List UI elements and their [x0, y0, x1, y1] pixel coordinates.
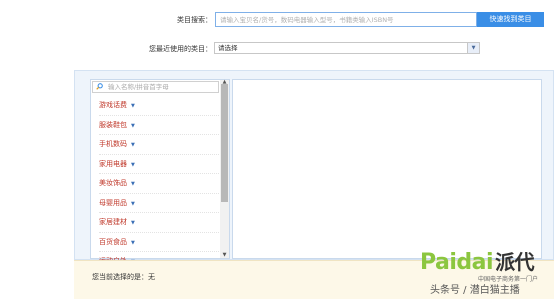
search-icon: [96, 83, 103, 90]
category-list-scrollbar[interactable]: ▲ ▼: [220, 79, 229, 258]
category-item[interactable]: 百货食品 ▼: [99, 233, 219, 252]
caret-down-icon: ▼: [131, 122, 135, 129]
recent-category-label: 您最近使用的类目：: [149, 45, 212, 53]
category-item-label: 家居建材: [99, 218, 127, 226]
category-item-label: 美妆饰品: [99, 179, 127, 187]
paidai-logo-cn: 派代: [495, 250, 535, 274]
category-item-label: 百货食品: [99, 237, 127, 246]
caret-down-icon: ▼: [131, 200, 135, 207]
category-list: 游戏话费 ▼ 服装鞋包 ▼ 手机数码 ▼ 家用电器 ▼ 美妆饰品 ▼ 母婴用品 ▼ 家居建材…: [99, 96, 219, 272]
caret-down-icon: ▼: [131, 181, 135, 187]
category-filter-placeholder: 输入名称/拼音首字母: [108, 83, 169, 91]
paidai-logo-text: Paidai: [420, 250, 494, 275]
category-item[interactable]: 游戏话费 ▼: [99, 96, 219, 116]
category-item-label: 游戏话费: [99, 101, 127, 109]
scroll-down-arrow-icon[interactable]: ▼: [220, 252, 229, 258]
category-item-label: 母婴用品: [99, 198, 127, 207]
category-item-label: 服装鞋包: [99, 120, 127, 129]
caret-down-icon: ▼: [131, 220, 135, 226]
category-search-input[interactable]: [215, 12, 477, 27]
recent-category-selected-value: 请选择: [218, 44, 238, 52]
caret-down-icon: ▼: [131, 239, 135, 246]
caret-down-icon: ▼: [131, 103, 135, 109]
chevron-down-icon[interactable]: ▼: [467, 43, 479, 53]
category-item[interactable]: 家用电器 ▼: [99, 155, 219, 174]
category-item[interactable]: 美妆饰品 ▼: [99, 174, 219, 194]
scrollbar-thumb[interactable]: [221, 84, 228, 202]
category-item-label: 家用电器: [99, 159, 127, 168]
category-filter-input[interactable]: 输入名称/拼音首字母: [92, 81, 219, 93]
caret-down-icon: ▼: [131, 142, 135, 148]
category-item-label: 手机数码: [99, 140, 127, 148]
caret-down-icon: ▼: [131, 161, 135, 168]
category-item[interactable]: 手机数码 ▼: [99, 135, 219, 155]
recent-category-select[interactable]: 请选择 ▼: [214, 42, 480, 54]
paidai-logo: Paidai 派代: [420, 250, 535, 275]
category-item[interactable]: 家居建材 ▼: [99, 213, 219, 233]
category-item[interactable]: 服装鞋包 ▼: [99, 116, 219, 135]
quick-find-category-button[interactable]: 快速找到类目: [477, 12, 544, 27]
category-item[interactable]: 母婴用品 ▼: [99, 194, 219, 213]
watermark-credit: 头条号 / 潜白猫主播: [430, 285, 520, 296]
subcategory-column: [232, 79, 542, 259]
category-search-label: 类目搜索：: [177, 16, 212, 24]
current-selection-text: 您当前选择的是：无: [92, 273, 155, 281]
category-list-column: 输入名称/拼音首字母 游戏话费 ▼ 服装鞋包 ▼ 手机数码 ▼ 家用电器 ▼ 美妆饰品 ▼…: [90, 79, 230, 272]
